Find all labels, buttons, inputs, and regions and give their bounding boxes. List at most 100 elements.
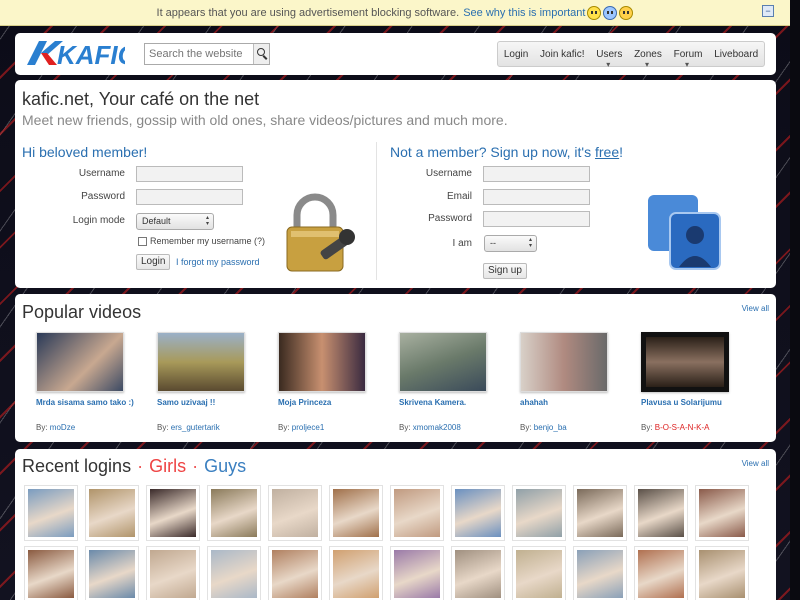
user-avatar[interactable] [24,546,78,600]
logo-text: KAFIC [57,40,125,67]
video-title[interactable]: Skrivena Kamera. [385,398,497,418]
video-author-line: By: xmomak2008 [385,423,497,432]
videos-view-all-link[interactable]: View all [742,304,769,313]
forgot-password-link[interactable]: I forgot my password [176,257,260,267]
user-avatar[interactable] [512,546,566,600]
nav-forum[interactable]: Forum [672,49,705,69]
search-input[interactable] [145,44,253,64]
logins-view-all-link[interactable]: View all [742,459,769,468]
login-button[interactable]: Login [136,254,171,270]
signup-heading-suffix: ! [619,144,624,160]
remember-checkbox[interactable] [138,237,147,246]
search-icon[interactable] [253,44,269,64]
user-avatar[interactable] [268,485,322,541]
by-label: By: [399,423,411,432]
login-mode-label: Login mode [72,215,125,226]
signup-free-link[interactable]: free [595,144,619,160]
guys-filter-link[interactable]: Guys [204,456,246,476]
nav-users[interactable]: Users [594,49,624,69]
avatar-photo [699,550,745,598]
user-avatar[interactable] [634,485,688,541]
user-avatar[interactable] [146,485,200,541]
user-avatar[interactable] [695,546,749,600]
user-avatar[interactable] [24,485,78,541]
padlock-icon [286,193,355,272]
panel-divider [376,142,377,280]
signup-email-field[interactable] [483,189,590,205]
signup-button[interactable]: Sign up [483,263,527,279]
user-avatar[interactable] [390,485,444,541]
page-subtitle: Meet new friends, gossip with old ones, … [22,112,508,128]
video-thumbnail[interactable] [520,332,608,392]
recent-logins-title: Recent logins · Girls · Guys [22,456,246,477]
video-title[interactable]: ahahah [506,398,618,418]
video-card[interactable]: Skrivena Kamera. By: xmomak2008 [385,332,497,432]
avatar-photo [89,489,135,537]
avatar-photo [638,550,684,598]
kafic-logo[interactable]: KAFIC [27,39,125,67]
user-avatar[interactable] [634,546,688,600]
signup-password-field[interactable] [483,211,590,227]
user-avatar[interactable] [85,546,139,600]
by-label: By: [157,423,169,432]
signup-email-label: Email [446,191,472,202]
video-thumbnail[interactable] [278,332,366,392]
video-author-link[interactable]: proljece1 [292,423,324,432]
user-avatar[interactable] [85,485,139,541]
user-avatar[interactable] [268,546,322,600]
video-thumbnail[interactable] [399,332,487,392]
video-thumbnail[interactable] [36,332,124,392]
login-password-field[interactable] [136,189,243,205]
title-separator: · [192,456,199,476]
user-avatar[interactable] [207,546,261,600]
video-author-link[interactable]: ers_gutertarik [171,423,220,432]
user-avatar[interactable] [573,546,627,600]
login-mode-select[interactable]: Default [136,213,214,230]
user-avatar[interactable] [146,546,200,600]
video-title[interactable]: Mrda sisama samo tako :) [22,398,134,418]
user-avatar[interactable] [451,546,505,600]
title-separator: · [137,456,144,476]
by-label: By: [520,423,532,432]
video-title[interactable]: Moja Princeza [264,398,376,418]
adblock-info-link[interactable]: See why this is important [463,7,585,19]
nav-join[interactable]: Join kafic! [538,49,586,60]
user-avatar[interactable] [695,485,749,541]
nav-liveboard[interactable]: Liveboard [712,49,760,60]
video-card[interactable]: Plavusa u Solarijumu By: B-O-S-A-N-K-A [627,332,739,432]
video-card[interactable]: Mrda sisama samo tako :) By: moDze [22,332,134,432]
signup-username-field[interactable] [483,166,590,182]
video-author-line: By: benjo_ba [506,423,618,432]
adblock-notice-bar: It appears that you are using advertisem… [0,0,790,26]
login-username-label: Username [78,168,125,179]
login-username-field[interactable] [136,166,243,182]
user-avatar[interactable] [512,485,566,541]
video-author-link[interactable]: xmomak2008 [413,423,461,432]
video-author-link[interactable]: benjo_ba [534,423,567,432]
close-icon[interactable]: − [762,5,774,17]
recent-logins-label: Recent logins [22,456,132,476]
nav-zones[interactable]: Zones [632,49,664,69]
video-title[interactable]: Samo uzivaaj !! [143,398,255,418]
video-author-link[interactable]: B-O-S-A-N-K-A [655,423,710,432]
video-author-link[interactable]: moDze [50,423,75,432]
remember-label: Remember my username (?) [150,236,266,246]
user-avatar[interactable] [573,485,627,541]
video-card[interactable]: Samo uzivaaj !! By: ers_gutertarik [143,332,255,432]
avatar-photo [455,489,501,537]
avatar-photo [394,550,440,598]
user-avatar[interactable] [329,546,383,600]
video-card[interactable]: Moja Princeza By: proljece1 [264,332,376,432]
girls-filter-link[interactable]: Girls [149,456,186,476]
user-avatar[interactable] [329,485,383,541]
video-thumbnail[interactable] [157,332,245,392]
user-avatar[interactable] [451,485,505,541]
video-card[interactable]: ahahah By: benjo_ba [506,332,618,432]
video-title[interactable]: Plavusa u Solarijumu [627,398,739,418]
user-avatar[interactable] [207,485,261,541]
user-avatar[interactable] [390,546,444,600]
video-thumbnail[interactable] [641,332,729,392]
signup-gender-select[interactable]: -- [484,235,537,252]
welcome-panel: kafic.net, Your café on the net Meet new… [15,80,776,288]
nav-login[interactable]: Login [502,49,530,60]
